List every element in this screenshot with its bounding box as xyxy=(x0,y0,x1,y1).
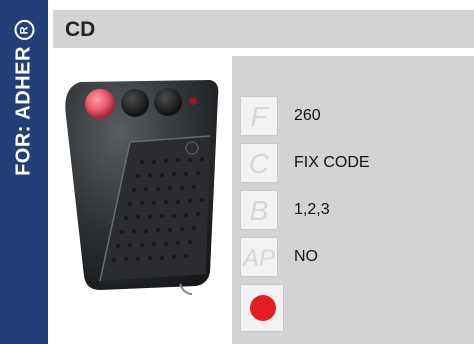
buttons-value: 1,2,3 xyxy=(294,201,330,218)
buttons-letter: B xyxy=(249,195,269,226)
spec-row-buttons: B 1,2,3 xyxy=(240,190,474,230)
spec-letter-box: F xyxy=(240,96,278,136)
brand-side-band: FOR: ADHER R xyxy=(0,0,48,344)
frequency-value: 260 xyxy=(294,107,321,124)
registered-mark-icon: R xyxy=(14,20,35,41)
product-title: CD xyxy=(65,18,96,41)
brand-label-text: FOR: ADHER xyxy=(12,46,35,176)
spec-letter-box: AP xyxy=(240,237,278,277)
code-value: FIX CODE xyxy=(294,154,370,171)
button-color-box xyxy=(240,284,284,332)
code-letter: C xyxy=(248,148,270,179)
title-bar: CD xyxy=(53,10,474,48)
spec-letter-box: B xyxy=(240,190,278,230)
brand-vertical-label: FOR: ADHER R xyxy=(13,20,36,176)
spec-row-ap: AP NO xyxy=(240,237,474,277)
frequency-letter: F xyxy=(250,101,268,132)
spec-row-code: C FIX CODE xyxy=(240,143,474,183)
remote-control-image xyxy=(60,76,226,296)
spec-letter-box: C xyxy=(240,143,278,183)
ap-letter: AP xyxy=(242,245,275,272)
remote-control-illustration xyxy=(65,80,219,295)
ap-value: NO xyxy=(294,248,318,265)
spec-panel: F 260 C FIX CODE B 1,2,3 AP NO xyxy=(232,56,474,344)
spec-row-frequency: F 260 xyxy=(240,96,474,136)
red-button-icon xyxy=(250,295,276,321)
